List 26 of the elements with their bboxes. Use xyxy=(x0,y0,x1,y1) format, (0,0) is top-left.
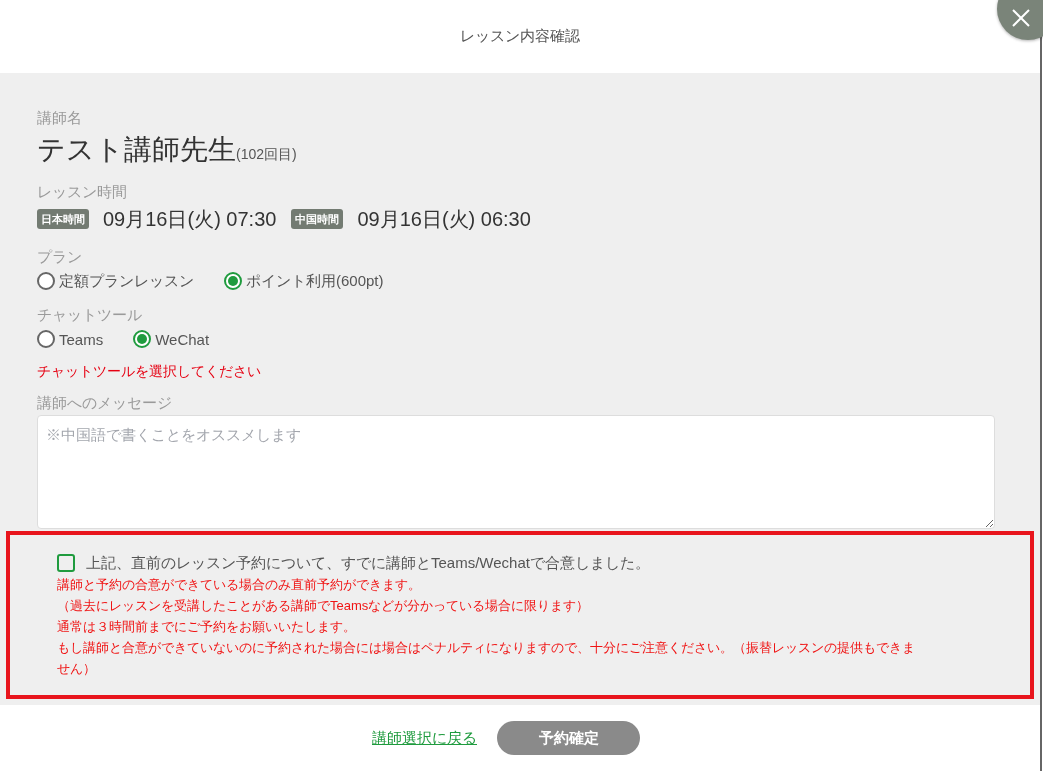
confirm-button[interactable]: 予約確定 xyxy=(497,721,640,755)
notice-text: 講師と予約の合意ができている場合のみ直前予約ができます。 xyxy=(57,576,422,594)
message-field[interactable]: ※中国語で書くことをオススメします xyxy=(37,415,995,529)
notice-text: 通常は３時間前までにご予約をお願いいたします。 xyxy=(57,618,357,636)
notice-text: （過去にレッスンを受講したことがある講師でTeamsなどが分かっている場合に限ります） xyxy=(57,597,591,615)
lesson-time: 09月16日(火) 07:30 xyxy=(103,206,277,232)
plan-radio-option[interactable]: ポイント利用(600pt) xyxy=(224,271,384,291)
agreement-checkbox[interactable]: 上記、直前のレッスン予約について、すでに講師とTeams/Wechatで合意しました。 xyxy=(57,552,650,574)
dialog-title: レッスン内容確認 xyxy=(460,27,580,46)
plan-radio-option[interactable]: 定額プランレッスン xyxy=(37,271,194,291)
field-label: 講師へのメッセージ xyxy=(37,393,172,413)
chat-tool-radio-option[interactable]: WeChat xyxy=(133,330,210,348)
teacher-name: テスト講師先生 xyxy=(37,133,236,167)
field-label: チャットツール xyxy=(37,305,142,325)
notice-text: もし講師と合意ができていないのに予約された場合には場合はペナルティになりますので、十分にご注意ください。（振替レッスンの提供もできません） xyxy=(57,639,916,678)
field-label: プラン xyxy=(37,247,82,267)
timezone-badge: 中国時間 xyxy=(291,209,344,229)
lesson-time: 09月16日(火) 06:30 xyxy=(357,206,531,232)
close-icon xyxy=(1012,9,1030,27)
field-label: レッスン時間 xyxy=(37,182,127,202)
back-link[interactable]: 講師選択に戻る xyxy=(372,728,477,748)
field-label: 講師名 xyxy=(37,108,82,128)
error-message: チャットツールを選択してください xyxy=(37,362,261,381)
timezone-badge: 日本時間 xyxy=(37,209,89,229)
lesson-count: (102回目) xyxy=(236,146,297,164)
chat-tool-radio-option[interactable]: Teams xyxy=(37,330,104,348)
